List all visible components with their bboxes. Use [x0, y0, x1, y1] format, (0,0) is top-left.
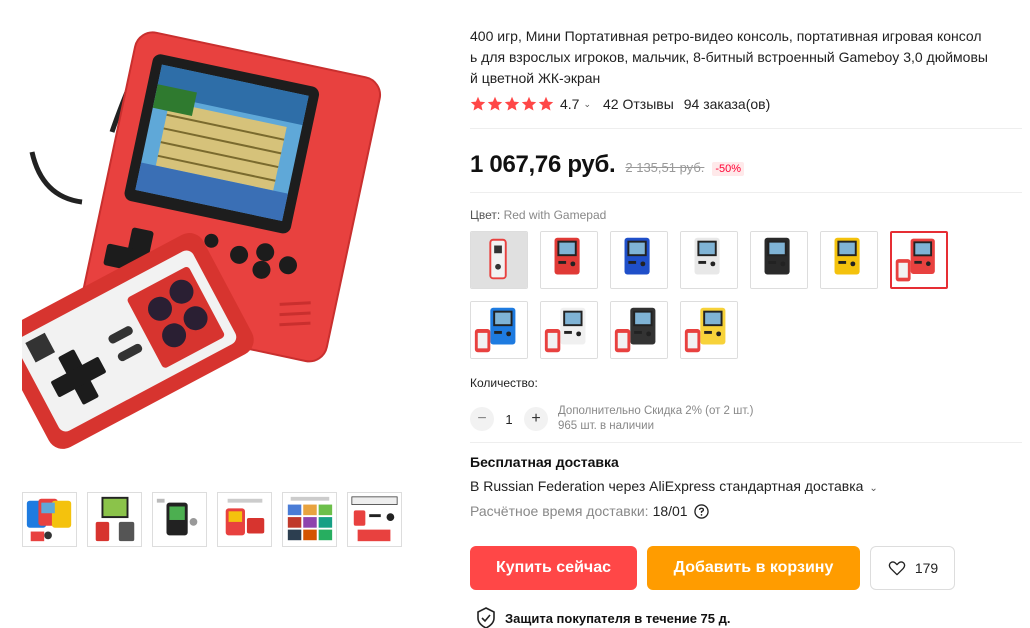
delivery-time-label: Расчётное время доставки: [470, 503, 649, 519]
quantity-minus-button[interactable]: − [470, 407, 494, 431]
product-title: 400 игр, Мини Портативная ретро-видео ко… [470, 26, 1022, 89]
product-title-line-2: ь для взрослых игроков, мальчик, 8-битны… [470, 49, 988, 65]
color-option-9[interactable] [540, 301, 598, 359]
color-option-image [611, 302, 667, 358]
color-option-image [611, 232, 667, 288]
delivery-time: Расчётное время доставки: 18/01 [470, 503, 709, 519]
quantity-label: Количество: [470, 376, 538, 390]
rating-value[interactable]: 4.7 [560, 96, 579, 112]
buyer-protection[interactable]: Защита покупателя в течение 75 д. [476, 607, 730, 628]
star-icon [521, 96, 537, 111]
color-option-image [541, 232, 597, 288]
delivery-time-value: 18/01 [652, 503, 688, 519]
quantity-note: Дополнительно Скидка 2% (от 2 шт.) 965 ш… [558, 404, 753, 434]
main-product-image[interactable] [22, 22, 402, 482]
shipping-method-selector[interactable]: В Russian Federation через AliExpress ст… [470, 478, 878, 494]
color-option-image [471, 302, 527, 358]
quantity-plus-button[interactable]: + [524, 407, 548, 431]
console-illustration [22, 31, 382, 449]
color-option-3[interactable] [610, 231, 668, 289]
current-price: 1 067,76 руб. [470, 151, 616, 178]
color-option-image [471, 232, 527, 288]
discount-badge: -50% [712, 162, 745, 176]
color-option-10[interactable] [610, 301, 668, 359]
quantity-stepper: − 1 + Дополнительно Скидка 2% (от 2 шт.)… [470, 404, 753, 434]
color-option-11[interactable] [680, 301, 738, 359]
chevron-down-icon[interactable]: ⌄ [583, 99, 591, 110]
color-option-image [751, 232, 807, 288]
bulk-discount-note: Дополнительно Скидка 2% (от 2 шт.) [558, 405, 754, 417]
color-option-8[interactable] [470, 301, 528, 359]
reviews-count[interactable]: 42 Отзывы [603, 96, 674, 112]
star-icon [504, 96, 520, 111]
thumbnail-4[interactable] [217, 492, 272, 547]
divider [470, 442, 1022, 443]
color-option-image [821, 232, 877, 288]
color-option-image [541, 302, 597, 358]
chevron-down-icon: ⌄ [869, 483, 878, 494]
color-option-1[interactable] [470, 231, 528, 289]
star-icon [470, 96, 486, 111]
color-option-image [892, 233, 946, 287]
thumbnail-3[interactable] [152, 492, 207, 547]
orders-count: 94 заказа(ов) [683, 96, 771, 112]
color-option-image [681, 232, 737, 288]
shipping-title: Бесплатная доставка [470, 454, 619, 470]
color-selected-value: Red with Gamepad [503, 208, 607, 222]
rating-stars [470, 96, 554, 112]
shipping-method-text: В Russian Federation через AliExpress ст… [470, 478, 864, 494]
thumbnail-6[interactable] [347, 492, 402, 547]
product-title-line-3: й цветной ЖК-экран [470, 70, 601, 86]
color-option-2[interactable] [540, 231, 598, 289]
star-icon [487, 96, 503, 111]
help-icon[interactable] [693, 503, 709, 519]
color-option-6[interactable] [820, 231, 878, 289]
add-to-cart-button[interactable]: Добавить в корзину [647, 546, 860, 590]
price-row: 1 067,76 руб. 2 135,51 руб. -50% [470, 151, 745, 179]
divider [470, 128, 1022, 129]
color-option-image [681, 302, 737, 358]
color-option-5[interactable] [750, 231, 808, 289]
color-label: Цвет: Red with Gamepad [470, 208, 606, 222]
thumbnail-strip [22, 492, 402, 547]
thumbnail-2[interactable] [87, 492, 142, 547]
stock-note: 965 шт. в наличии [558, 420, 655, 432]
heart-icon [888, 561, 906, 576]
quantity-value[interactable]: 1 [494, 412, 524, 427]
shield-icon [477, 607, 495, 628]
old-price: 2 135,51 руб. [625, 160, 705, 175]
rating-row: 4.7 ⌄ 42 Отзывы 94 заказа(ов) [470, 96, 770, 112]
buyer-protection-text: Защита покупателя в течение 75 д. [505, 610, 731, 626]
star-icon [538, 96, 554, 111]
color-option-7[interactable] [890, 231, 948, 289]
product-title-line-1: 400 игр, Мини Портативная ретро-видео ко… [470, 28, 982, 44]
thumbnail-1[interactable] [22, 492, 77, 547]
divider [470, 192, 1022, 193]
wishlist-button[interactable]: 179 [870, 546, 955, 590]
wishlist-count: 179 [914, 560, 939, 576]
color-option-4[interactable] [680, 231, 738, 289]
buy-now-button[interactable]: Купить сейчас [470, 546, 637, 590]
color-label-text: Цвет: [470, 208, 501, 222]
thumbnail-5[interactable] [282, 492, 337, 547]
